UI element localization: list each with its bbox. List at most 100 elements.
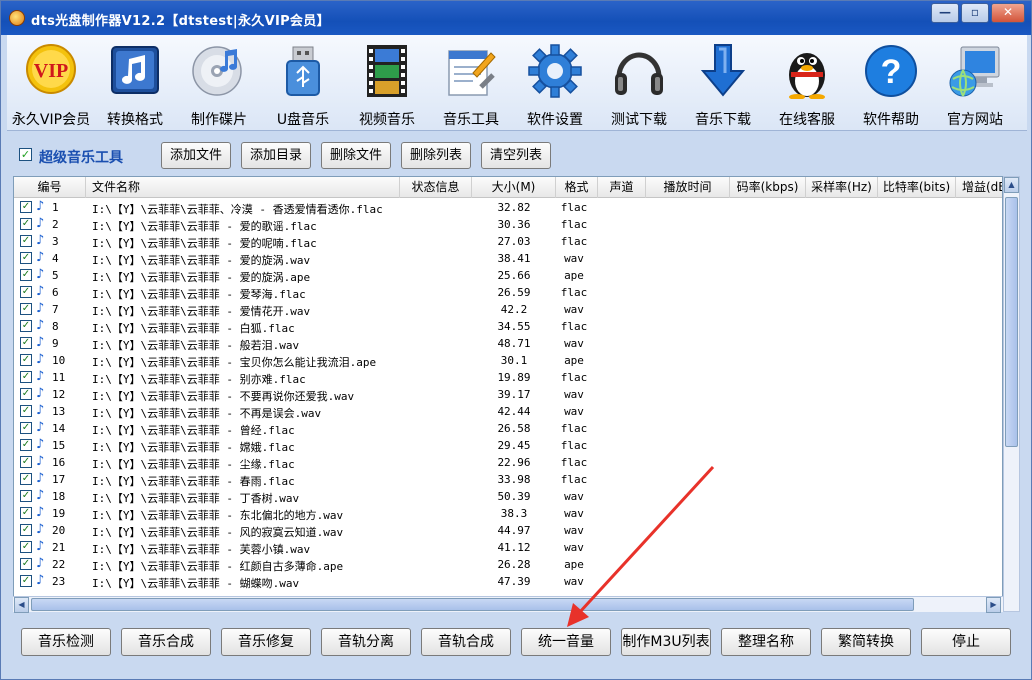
row-checkbox[interactable]: ✓ <box>20 490 32 502</box>
table-row[interactable]: ✓ ♪ 1 I:\【Y】\云菲菲\云菲菲、冷漠 - 香透爱情看透你.flac 32.82… <box>14 199 1002 216</box>
track-merge-button[interactable]: 音轨合成 <box>421 628 511 656</box>
table-row[interactable]: ✓ ♪ 6 I:\【Y】\云菲菲\云菲菲 - 爱琴海.flac 26.59 flac <box>14 284 1002 301</box>
row-checkbox[interactable]: ✓ <box>20 320 32 332</box>
row-checkbox[interactable]: ✓ <box>20 439 32 451</box>
row-checkbox[interactable]: ✓ <box>20 201 32 213</box>
table-row[interactable]: ✓ ♪ 8 I:\【Y】\云菲菲\云菲菲 - 白狐.flac 34.55 flac <box>14 318 1002 335</box>
column-header-gain[interactable]: 增益(dB <box>956 177 1002 198</box>
delete-file-button[interactable]: 删除文件 <box>321 142 391 169</box>
row-checkbox[interactable]: ✓ <box>20 388 32 400</box>
table-row[interactable]: ✓ ♪ 17 I:\【Y】\云菲菲\云菲菲 - 春雨.flac 33.98 flac <box>14 471 1002 488</box>
add-folder-button[interactable]: 添加目录 <box>241 142 311 169</box>
scroll-up-button[interactable]: ▲ <box>1004 177 1019 193</box>
column-header-samplerate[interactable]: 采样率(Hz) <box>806 177 878 198</box>
row-checkbox[interactable]: ✓ <box>20 575 32 587</box>
row-format: ape <box>564 558 584 571</box>
toolbar-vip[interactable]: VIP 永久VIP会员 <box>9 39 93 129</box>
toolbar-video-music[interactable]: 视频音乐 <box>345 39 429 129</box>
stop-button[interactable]: 停止 <box>921 628 1011 656</box>
normalize-volume-button[interactable]: 统一音量 <box>521 628 611 656</box>
table-row[interactable]: ✓ ♪ 7 I:\【Y】\云菲菲\云菲菲 - 爱情花开.wav 42.2 wav <box>14 301 1002 318</box>
table-row[interactable]: ✓ ♪ 13 I:\【Y】\云菲菲\云菲菲 - 不再是误会.wav 42.44 wav <box>14 403 1002 420</box>
table-row[interactable]: ✓ ♪ 4 I:\【Y】\云菲菲\云菲菲 - 爱的旋涡.wav 38.41 wav <box>14 250 1002 267</box>
table-row[interactable]: ✓ ♪ 20 I:\【Y】\云菲菲\云菲菲 - 风的寂寞云知道.wav 44.97 wav <box>14 522 1002 539</box>
convert-chinese-button[interactable]: 繁简转换 <box>821 628 911 656</box>
row-checkbox[interactable]: ✓ <box>20 456 32 468</box>
row-checkbox[interactable]: ✓ <box>20 541 32 553</box>
table-row[interactable]: ✓ ♪ 21 I:\【Y】\云菲菲\云菲菲 - 芙蓉小镇.wav 41.12 wav <box>14 539 1002 556</box>
delete-list-button[interactable]: 删除列表 <box>401 142 471 169</box>
table-row[interactable]: ✓ ♪ 10 I:\【Y】\云菲菲\云菲菲 - 宝贝你怎么能让我流泪.ape 30.1 a… <box>14 352 1002 369</box>
minimize-button[interactable]: — <box>931 3 959 23</box>
add-file-button[interactable]: 添加文件 <box>161 142 231 169</box>
table-row[interactable]: ✓ ♪ 3 I:\【Y】\云菲菲\云菲菲 - 爱的呢喃.flac 27.03 flac <box>14 233 1002 250</box>
toolbar-music-tools[interactable]: 音乐工具 <box>429 39 513 129</box>
table-row[interactable]: ✓ ♪ 22 I:\【Y】\云菲菲\云菲菲 - 红颜自古多薄命.ape 26.28 ape <box>14 556 1002 573</box>
table-row[interactable]: ✓ ♪ 12 I:\【Y】\云菲菲\云菲菲 - 不要再说你还爱我.wav 39.17 wa… <box>14 386 1002 403</box>
vertical-scrollbar[interactable]: ▲ <box>1003 176 1020 612</box>
table-row[interactable]: ✓ ♪ 5 I:\【Y】\云菲菲\云菲菲 - 爱的旋涡.ape 25.66 ape <box>14 267 1002 284</box>
table-row[interactable]: ✓ ♪ 11 I:\【Y】\云菲菲\云菲菲 - 别亦难.flac 19.89 flac <box>14 369 1002 386</box>
table-row[interactable]: ✓ ♪ 14 I:\【Y】\云菲菲\云菲菲 - 曾经.flac 26.58 flac <box>14 420 1002 437</box>
scroll-right-button[interactable]: ▶ <box>986 597 1001 613</box>
column-header-duration[interactable]: 播放时间 <box>646 177 730 198</box>
table-row[interactable]: ✓ ♪ 2 I:\【Y】\云菲菲\云菲菲 - 爱的歌谣.flac 30.36 flac <box>14 216 1002 233</box>
title-bar[interactable]: dts光盘制作器V12.2【dtstest|永久VIP会员】 — ▫ ✕ <box>1 1 1031 35</box>
column-header-channels[interactable]: 声道 <box>598 177 646 198</box>
music-repair-button[interactable]: 音乐修复 <box>221 628 311 656</box>
table-row[interactable]: ✓ ♪ 23 I:\【Y】\云菲菲\云菲菲 - 蝴蝶吻.wav 47.39 wav <box>14 573 1002 590</box>
row-checkbox[interactable]: ✓ <box>20 303 32 315</box>
table-row[interactable]: ✓ ♪ 15 I:\【Y】\云菲菲\云菲菲 - 嫦娥.flac 29.45 flac <box>14 437 1002 454</box>
row-checkbox[interactable]: ✓ <box>20 337 32 349</box>
row-checkbox[interactable]: ✓ <box>20 269 32 281</box>
file-list[interactable]: 编号 文件名称 状态信息 大小(M) 格式 声道 播放时间 码率(kbps) 采… <box>13 176 1003 612</box>
column-header-size[interactable]: 大小(M) <box>472 177 556 198</box>
table-row[interactable]: ✓ ♪ 9 I:\【Y】\云菲菲\云菲菲 - 般若泪.wav 48.71 wav <box>14 335 1002 352</box>
row-checkbox[interactable]: ✓ <box>20 405 32 417</box>
music-note-icon: ♪ <box>36 471 45 486</box>
restore-button[interactable]: ▫ <box>961 3 989 23</box>
row-checkbox[interactable]: ✓ <box>20 286 32 298</box>
column-header-bitrate[interactable]: 码率(kbps) <box>730 177 806 198</box>
make-m3u-button[interactable]: 制作M3U列表 <box>621 628 711 656</box>
super-tool-checkbox[interactable]: ✓ <box>19 148 32 161</box>
column-header-bitdepth[interactable]: 比特率(bits) <box>878 177 956 198</box>
toolbar-settings[interactable]: 软件设置 <box>513 39 597 129</box>
toolbar-help[interactable]: ? 软件帮助 <box>849 39 933 129</box>
table-row[interactable]: ✓ ♪ 16 I:\【Y】\云菲菲\云菲菲 - 尘缘.flac 22.96 flac <box>14 454 1002 471</box>
row-checkbox[interactable]: ✓ <box>20 354 32 366</box>
toolbar-test-download[interactable]: 测试下载 <box>597 39 681 129</box>
toolbar-make-disc[interactable]: 制作碟片 <box>177 39 261 129</box>
row-checkbox[interactable]: ✓ <box>20 422 32 434</box>
column-header-status[interactable]: 状态信息 <box>400 177 472 198</box>
horizontal-scrollbar[interactable]: ◀ ▶ <box>13 596 1003 613</box>
row-checkbox[interactable]: ✓ <box>20 507 32 519</box>
clear-list-button[interactable]: 清空列表 <box>481 142 551 169</box>
vertical-scroll-thumb[interactable] <box>1005 197 1018 447</box>
row-filename: I:\【Y】\云菲菲\云菲菲 - 风的寂寞云知道.wav <box>92 526 344 539</box>
toolbar-usb-music[interactable]: U盘音乐 <box>261 39 345 129</box>
horizontal-scroll-thumb[interactable] <box>31 598 914 611</box>
toolbar-convert[interactable]: 转换格式 <box>93 39 177 129</box>
column-header-filename[interactable]: 文件名称 <box>86 177 400 198</box>
organize-names-button[interactable]: 整理名称 <box>721 628 811 656</box>
table-row[interactable]: ✓ ♪ 19 I:\【Y】\云菲菲\云菲菲 - 东北偏北的地方.wav 38.3 wav <box>14 505 1002 522</box>
music-merge-button[interactable]: 音乐合成 <box>121 628 211 656</box>
row-checkbox[interactable]: ✓ <box>20 218 32 230</box>
column-header-format[interactable]: 格式 <box>556 177 598 198</box>
row-checkbox[interactable]: ✓ <box>20 524 32 536</box>
table-row[interactable]: ✓ ♪ 18 I:\【Y】\云菲菲\云菲菲 - 丁香树.wav 50.39 wav <box>14 488 1002 505</box>
scroll-left-button[interactable]: ◀ <box>14 597 29 613</box>
row-checkbox[interactable]: ✓ <box>20 473 32 485</box>
row-checkbox[interactable]: ✓ <box>20 235 32 247</box>
track-split-button[interactable]: 音轨分离 <box>321 628 411 656</box>
close-button[interactable]: ✕ <box>991 3 1025 23</box>
toolbar-online-service[interactable]: 在线客服 <box>765 39 849 129</box>
column-header-number[interactable]: 编号 <box>14 177 86 198</box>
row-checkbox[interactable]: ✓ <box>20 558 32 570</box>
toolbar-music-download[interactable]: 音乐下载 <box>681 39 765 129</box>
row-checkbox[interactable]: ✓ <box>20 371 32 383</box>
toolbar-official-site[interactable]: 官方网站 <box>933 39 1017 129</box>
row-checkbox[interactable]: ✓ <box>20 252 32 264</box>
music-detect-button[interactable]: 音乐检测 <box>21 628 111 656</box>
